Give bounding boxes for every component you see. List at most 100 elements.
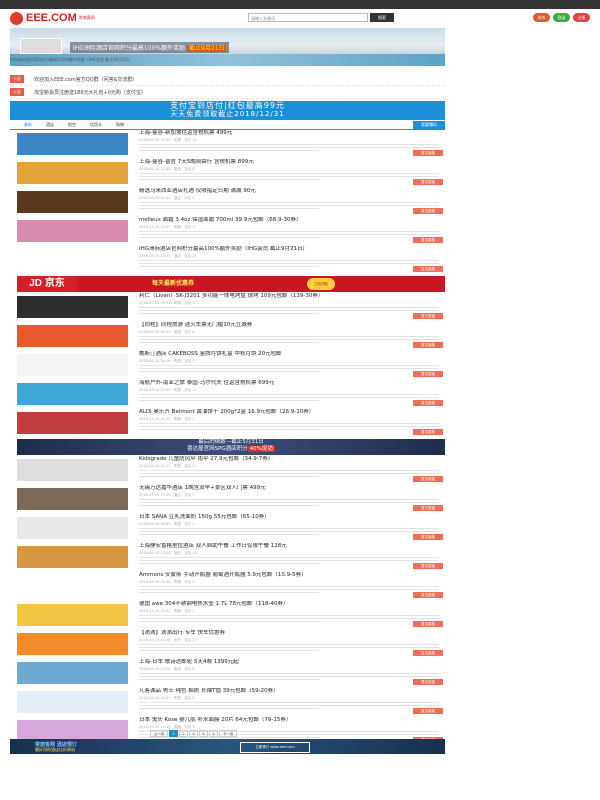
search-button[interactable]: 搜索 <box>370 13 394 22</box>
deal-title[interactable]: 日本 鬼头 Kose 婴儿肌 补水面膜 20片 64元包邮（79-15券） <box>139 717 439 724</box>
deal-link-button[interactable]: 直达链接 <box>413 505 443 511</box>
deal-item[interactable]: 上海-日本 歌诗达邮轮 5天4晚 1399元起 2018-09-19 13:20 … <box>17 659 445 688</box>
login-button[interactable]: 登录 <box>553 13 570 22</box>
deal-link-button[interactable]: 直达链接 <box>413 400 443 406</box>
deal-thumbnail[interactable] <box>17 412 128 434</box>
register-button[interactable]: 注册 <box>573 13 590 22</box>
deal-link-button[interactable]: 直达链接 <box>413 563 443 569</box>
deal-thumbnail[interactable] <box>17 604 128 626</box>
deal-item[interactable]: IHG洲际酒店官网积分最高100%额外奖励（IHG会员 截止9月21日） 2018… <box>17 246 445 275</box>
deal-link-button[interactable]: 直达链接 <box>413 150 443 156</box>
deal-link-button[interactable]: 直达链接 <box>413 237 443 243</box>
tab-flight[interactable]: 航空 <box>68 122 76 128</box>
deal-thumbnail[interactable] <box>17 691 128 713</box>
deal-title[interactable]: Ammons 安蒙斯 手动开瓶器 葡萄酒开瓶器 5.9元包邮（10.9-5券） <box>139 572 439 579</box>
alipay-banner[interactable]: 支付宝到店付|红包最高99元 天天免费领取截止2018/12/31 <box>10 101 445 120</box>
deal-title[interactable]: 上海-日本 歌诗达邮轮 5天4晚 1399元起 <box>139 659 439 666</box>
deal-link-button[interactable]: 直达链接 <box>413 371 443 377</box>
deal-thumbnail[interactable] <box>17 162 128 184</box>
deal-title[interactable]: 日本 SANA 豆乳洗面奶 150g 55元包邮（65-10券） <box>139 514 439 521</box>
deal-item[interactable]: Ammons 安蒙斯 手动开瓶器 葡萄酒开瓶器 5.9元包邮（10.9-5券） 2… <box>17 572 445 601</box>
deal-link-button[interactable]: 直达链接 <box>413 179 443 185</box>
deal-thumbnail[interactable] <box>17 662 128 684</box>
deal-link-button[interactable]: 直达链接 <box>413 266 443 272</box>
deal-item[interactable]: 利仁（Liven）SK-J3201 多功能一体电烤盘 烧烤 109元包邮（139… <box>17 293 445 322</box>
deal-item[interactable]: 上海-曼谷-普吉 7天5晚自由行 含税机票 899元 2018-09-20 11:… <box>17 159 445 188</box>
deal-thumbnail[interactable] <box>17 354 128 376</box>
deal-thumbnail[interactable] <box>17 191 128 213</box>
deal-title[interactable]: 凡客诚品 男士 纯色 棉质 长袖T恤 39元包邮（59-20券） <box>139 688 439 695</box>
deal-title[interactable]: IHG洲际酒店官网积分最高100%额外奖励（IHG会员 截止9月21日） <box>139 246 439 253</box>
deal-thumbnail[interactable] <box>17 517 128 539</box>
deal-thumbnail[interactable] <box>17 296 128 318</box>
deal-item[interactable]: 德国 awe 304不锈钢电热水壶 1.7L 78元包邮（118-40券） 201… <box>17 601 445 630</box>
deal-thumbnail[interactable] <box>17 133 128 155</box>
submit-deal-button[interactable]: 我要爆料 <box>413 120 445 129</box>
deal-item[interactable]: 【滴滴】滴滴出行 专车 快车优惠券 2018-09-19 14:58 · 出行 ·… <box>17 630 445 659</box>
deal-item[interactable]: ALDI 奥乐齐 Belmont 黄油饼干 200g*2盒 16.9元包邮（26… <box>17 409 445 438</box>
deal-item[interactable]: 精选马来西亚酒店礼遇 仅限指定日期 满减 90元 2018-09-20 11:20… <box>17 188 445 217</box>
deal-item[interactable]: 上海-曼谷-新加坡往返含税机票 499元 2018-09-20 12:30 · 机… <box>17 130 445 159</box>
deal-thumbnail[interactable] <box>17 633 128 655</box>
deal-title[interactable]: Kidsgrade 儿童防风伞 雨伞 27.9元包邮（34.9-7券） <box>139 456 439 463</box>
deal-title[interactable]: 【滴滴】滴滴出行 专车 快车优惠券 <box>139 630 439 637</box>
deal-link-button[interactable]: 直达链接 <box>413 313 443 319</box>
jd-banner-button[interactable]: 立刻领取 <box>307 278 335 290</box>
post-button[interactable]: 发布 <box>533 13 550 22</box>
deal-item[interactable]: 海航户外-南亚之旅 泰国-马尔代夫 往返含税机票 699元 2018-09-19 … <box>17 380 445 409</box>
deal-thumbnail[interactable] <box>17 459 128 481</box>
deal-title[interactable]: 上海-曼谷-普吉 7天5晚自由行 含税机票 899元 <box>139 159 439 166</box>
deal-link-button[interactable]: 直达链接 <box>413 342 443 348</box>
deal-thumbnail[interactable] <box>17 220 128 242</box>
site-logo[interactable]: EEE.COM 常旅客网 <box>10 11 95 25</box>
deal-item[interactable]: 上海静安香格里拉酒店 双人自助午餐 工作日仅限午餐 128元 2018-09-19… <box>17 543 445 572</box>
deal-link-button[interactable]: 直达链接 <box>413 592 443 598</box>
deal-thumbnail[interactable] <box>17 325 128 347</box>
deal-title[interactable]: 德国 awe 304不锈钢电热水壶 1.7L 78元包邮（118-40券） <box>139 601 439 608</box>
deal-title[interactable]: 无锡万达嘉华酒店 1晚含双早+景区双人门票 499元 <box>139 485 439 492</box>
deal-link-button[interactable]: 直达链接 <box>413 679 443 685</box>
page-button[interactable]: 4 <box>199 730 208 737</box>
deal-link-button[interactable]: 直达链接 <box>413 650 443 656</box>
deal-item[interactable]: 无锡万达嘉华酒店 1晚含双早+景区双人门票 499元 2018-09-19 19:… <box>17 485 445 514</box>
jd-coupon-banner[interactable]: JD 京东 每天最新优惠券 立刻领取 <box>17 276 445 292</box>
deal-title[interactable]: 上海静安香格里拉酒店 双人自助午餐 工作日仅限午餐 128元 <box>139 543 439 550</box>
deal-item[interactable]: Kidsgrade 儿童防风伞 雨伞 27.9元包邮（34.9-7券） 2018-… <box>17 456 445 485</box>
deal-title[interactable]: melleux 面霜 3.4oz 保湿面霜 700ml 39.9元包邮（68.9… <box>139 217 439 224</box>
deal-link-button[interactable]: 直达链接 <box>413 534 443 540</box>
deal-link-button[interactable]: 直达链接 <box>413 476 443 482</box>
deal-title[interactable]: 精选马来西亚酒店礼遇 仅限指定日期 满减 90元 <box>139 188 439 195</box>
page-button[interactable]: 5 <box>209 730 218 737</box>
page-button[interactable]: 1 <box>169 730 178 737</box>
page-button[interactable]: 下一页 <box>219 730 237 737</box>
notice-text[interactable]: 欢迎加入EEE.com官方QQ群（问答&交流群） <box>34 76 138 83</box>
deal-thumbnail[interactable] <box>17 249 128 271</box>
bottom-ad-button[interactable]: 立即预订 www.eee.com <box>240 742 310 753</box>
tab-hotel[interactable]: 酒店 <box>46 122 54 128</box>
bottom-ad-banner[interactable]: 常旅客网 酒店预订 最好用的酒店比价网站 立即预订 www.eee.com <box>10 739 445 754</box>
deal-link-button[interactable]: 直达链接 <box>413 708 443 714</box>
notice-item[interactable]: 公告 淘宝新会员注册送188元大礼包+0元购（支付宝） <box>10 86 445 99</box>
tab-shopping[interactable]: 购物 <box>116 122 124 128</box>
deal-link-button[interactable]: 直达链接 <box>413 208 443 214</box>
deal-title[interactable]: 利仁（Liven）SK-J3201 多功能一体电烤盘 烧烤 109元包邮（139… <box>139 293 439 300</box>
deal-title[interactable]: 海航户外-南亚之旅 泰国-马尔代夫 往返含税机票 699元 <box>139 380 439 387</box>
deal-title[interactable]: 威斯汀酒店 CAKEBOSS 金牌月饼礼盒 中秋月饼 20元包邮 <box>139 351 439 358</box>
notice-text[interactable]: 淘宝新会员注册送188元大礼包+0元购（支付宝） <box>34 89 146 96</box>
deal-title[interactable]: 上海-曼谷-新加坡往返含税机票 499元 <box>139 130 439 137</box>
deal-title[interactable]: ALDI 奥乐齐 Belmont 黄油饼干 200g*2盒 16.9元包邮（26… <box>139 409 439 416</box>
tab-credit-card[interactable]: 信用卡 <box>90 122 102 128</box>
deal-thumbnail[interactable] <box>17 546 128 568</box>
deal-link-button[interactable]: 直达链接 <box>413 621 443 627</box>
deal-item[interactable]: 凡客诚品 男士 纯色 棉质 长袖T恤 39元包邮（59-20券） 2018-09-… <box>17 688 445 717</box>
deal-item[interactable]: 【同程】同程旅游 送火车票无门槛10元立减券 2018-09-20 09:10 ·… <box>17 322 445 351</box>
page-button[interactable]: 上一页 <box>150 730 168 737</box>
spg-promo-banner[interactable]: 最后的倒数—截止5月31日 喜达屋官网SPG酒店积分 40%促销 <box>17 439 445 455</box>
deal-item[interactable]: melleux 面霜 3.4oz 保湿面霜 700ml 39.9元包邮（68.9… <box>17 217 445 246</box>
deal-item[interactable]: 日本 SANA 豆乳洗面奶 150g 55元包邮（65-10券） 2018-09-… <box>17 514 445 543</box>
page-button[interactable]: 3 <box>189 730 198 737</box>
deal-item[interactable]: 威斯汀酒店 CAKEBOSS 金牌月饼礼盒 中秋月饼 20元包邮 2018-09-… <box>17 351 445 380</box>
notice-item[interactable]: 公告 欢迎加入EEE.com官方QQ群（问答&交流群） <box>10 73 445 86</box>
deal-thumbnail[interactable] <box>17 575 128 597</box>
tab-latest[interactable]: 最新 <box>24 122 32 128</box>
